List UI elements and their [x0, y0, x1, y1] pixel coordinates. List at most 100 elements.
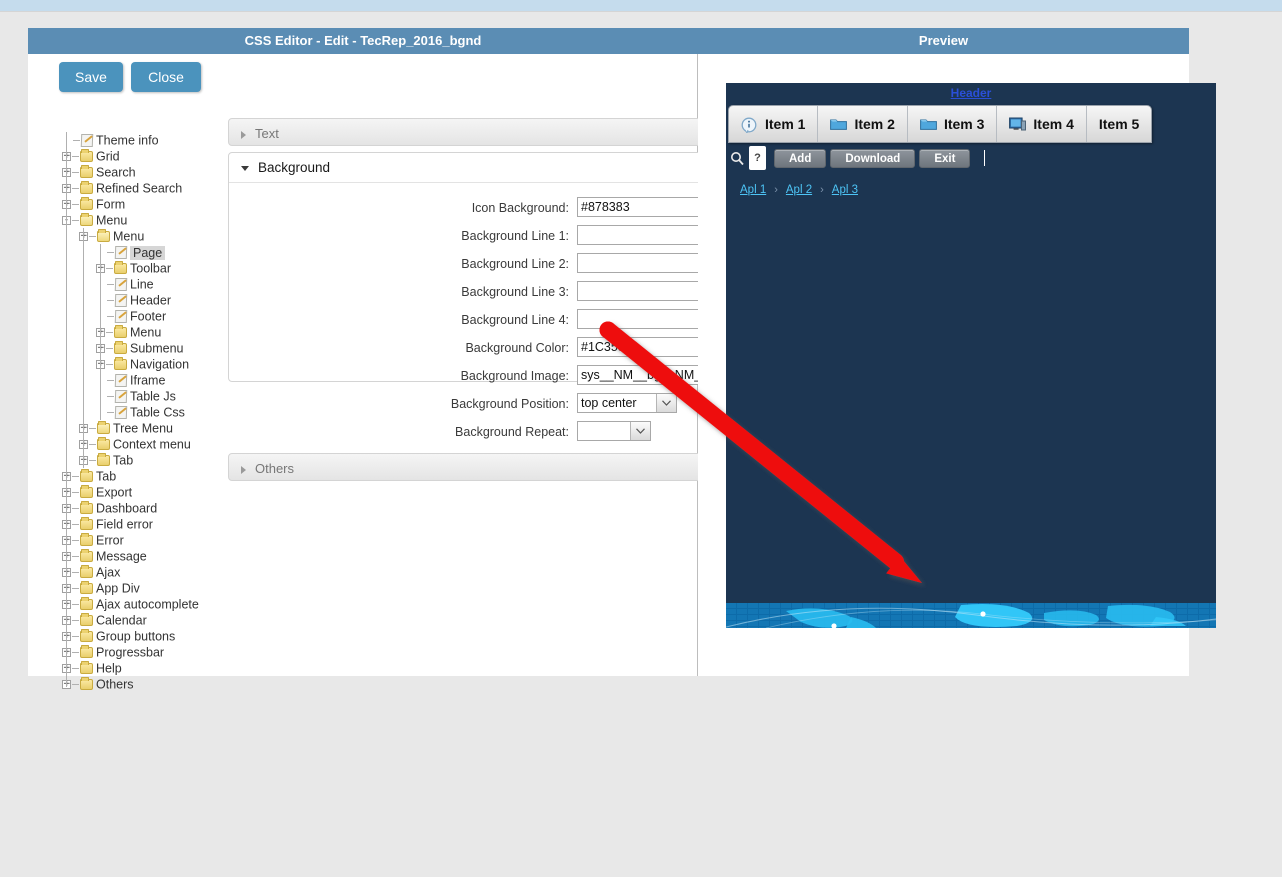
- chevron-down-icon: [241, 165, 249, 171]
- tree-item[interactable]: Page: [58, 244, 238, 260]
- accordion-section-text[interactable]: Text: [228, 118, 721, 146]
- tree-item[interactable]: +Tree Menu: [58, 420, 238, 436]
- magnifier-icon[interactable]: [730, 151, 745, 166]
- tree-item[interactable]: +Submenu: [58, 340, 238, 356]
- chevron-down-icon[interactable]: [656, 394, 676, 412]
- folder-icon: [80, 181, 93, 195]
- tree-item[interactable]: +Group buttons: [58, 628, 238, 644]
- accordion-section-background[interactable]: Background Icon Background: Background Li…: [228, 152, 829, 441]
- preview-menu-tab-label: Item 4: [1033, 116, 1074, 132]
- form-row: Background Line 3:: [229, 281, 829, 304]
- preview-menu-tab[interactable]: Item 2: [818, 106, 908, 142]
- accordion-header-others[interactable]: Others: [229, 454, 720, 484]
- tree-item[interactable]: +Message: [58, 548, 238, 564]
- tree-item[interactable]: +Calendar: [58, 612, 238, 628]
- tree-item[interactable]: +Context menu: [58, 436, 238, 452]
- tree-item-label: Line: [130, 277, 154, 292]
- tree-item[interactable]: Line: [58, 276, 238, 292]
- tree-item[interactable]: -Menu: [58, 212, 238, 228]
- preview-toolbar-button[interactable]: Add: [774, 148, 827, 168]
- preview-toolbar-buttons: Add Download Exit: [774, 148, 971, 168]
- accordion-label-text: Text: [255, 126, 279, 141]
- field-select[interactable]: [577, 421, 651, 441]
- folder-icon: [830, 117, 848, 132]
- tree-item-label: Search: [96, 165, 136, 180]
- preview-menu-tab[interactable]: Item 5: [1087, 106, 1151, 142]
- tree-item[interactable]: Iframe: [58, 372, 238, 388]
- tree-item[interactable]: Table Js: [58, 388, 238, 404]
- tree-item[interactable]: +Error: [58, 532, 238, 548]
- breadcrumb-link[interactable]: Apl 2: [786, 184, 812, 196]
- help-icon[interactable]: ?: [749, 146, 766, 170]
- accordion-section-others[interactable]: Others: [228, 453, 721, 481]
- page-icon: [114, 406, 128, 420]
- tree-item[interactable]: +Ajax autocomplete: [58, 596, 238, 612]
- theme-tree: Theme info+Grid+Search+Refined Search+Fo…: [58, 132, 238, 692]
- tree-item-label: App Div: [96, 581, 140, 596]
- preview-menu-tab-label: Item 1: [765, 116, 806, 132]
- tree-item-label: Menu: [130, 325, 162, 340]
- preview-toolbar-button[interactable]: Exit: [919, 148, 971, 168]
- field-label: Icon Background:: [471, 201, 569, 215]
- save-button[interactable]: Save: [59, 62, 123, 92]
- folder-icon: [80, 501, 93, 515]
- folder-icon: [114, 261, 127, 275]
- tree-item[interactable]: +Field error: [58, 516, 238, 532]
- tree-item[interactable]: +Menu: [58, 228, 238, 244]
- form-row: Icon Background:: [229, 197, 829, 220]
- page-icon: [114, 390, 128, 404]
- tree-item[interactable]: Footer: [58, 308, 238, 324]
- preview-menu-tab[interactable]: Item 3: [908, 106, 998, 142]
- tree-item[interactable]: +Export: [58, 484, 238, 500]
- editor-panel: Save Close Theme info+Grid+Search+Refine…: [28, 54, 829, 692]
- breadcrumb-link[interactable]: Apl 1: [740, 184, 766, 196]
- page-icon: [80, 134, 94, 148]
- preview-toolbar: ? Add Download Exit: [726, 145, 1216, 171]
- tree-item[interactable]: Header: [58, 292, 238, 308]
- tree-item[interactable]: +Navigation: [58, 356, 238, 372]
- tree-item[interactable]: +Tab: [58, 452, 238, 468]
- breadcrumb-link[interactable]: Apl 3: [832, 184, 858, 196]
- accordion-header-background[interactable]: Background: [229, 153, 720, 183]
- folder-icon: [80, 517, 93, 531]
- tree-item-label: Context menu: [113, 437, 191, 452]
- accordion-header-text[interactable]: Text: [229, 119, 720, 149]
- preview-menu-tab[interactable]: Item 4: [997, 106, 1087, 142]
- tree-item[interactable]: +Grid: [58, 148, 238, 164]
- tree-item[interactable]: +Tab: [58, 468, 238, 484]
- folder-icon: [80, 149, 93, 163]
- tree-item[interactable]: Table Css: [58, 404, 238, 420]
- preview-toolbar-button[interactable]: Download: [830, 148, 916, 168]
- tree-item[interactable]: +Progressbar: [58, 644, 238, 660]
- tree-item[interactable]: +Search: [58, 164, 238, 180]
- tree-item[interactable]: +Ajax: [58, 564, 238, 580]
- page-icon: [114, 278, 128, 292]
- tree-item-label: Menu: [113, 229, 145, 244]
- preview-menu-tab[interactable]: Item 1: [729, 106, 819, 142]
- field-select[interactable]: top center: [577, 393, 677, 413]
- folder-icon: [97, 437, 110, 451]
- breadcrumb-separator-icon: ›: [774, 184, 778, 196]
- tree-item[interactable]: +Help: [58, 660, 238, 676]
- tree-item-label: Toolbar: [130, 261, 171, 276]
- css-editor-window: CSS Editor - Edit - TecRep_2016_bgnd Pre…: [28, 28, 1216, 692]
- chevron-down-icon[interactable]: [630, 422, 650, 440]
- preview-menu-tabs: Item 1 Item 2 Item 3 Item 4 Item 5: [728, 105, 1153, 143]
- globe-background-image: [726, 603, 1216, 628]
- close-button[interactable]: Close: [131, 62, 201, 92]
- tree-item[interactable]: Theme info: [58, 132, 238, 148]
- tree-item[interactable]: +Dashboard: [58, 500, 238, 516]
- tree-item[interactable]: +Form: [58, 196, 238, 212]
- tree-item-label: Error: [96, 533, 124, 548]
- tree-item[interactable]: +Others: [58, 676, 238, 692]
- tree-item[interactable]: +Menu: [58, 324, 238, 340]
- tree-item-label: Theme info: [96, 133, 159, 148]
- tree-item[interactable]: +App Div: [58, 580, 238, 596]
- accordion-label-others: Others: [255, 461, 295, 476]
- tree-item[interactable]: +Toolbar: [58, 260, 238, 276]
- tree-item[interactable]: +Refined Search: [58, 180, 238, 196]
- folder-open-icon: [97, 229, 110, 243]
- preview-menu-tab-label: Item 2: [854, 116, 895, 132]
- field-select-value: top center: [581, 396, 637, 410]
- tree-item-label: Header: [130, 293, 171, 308]
